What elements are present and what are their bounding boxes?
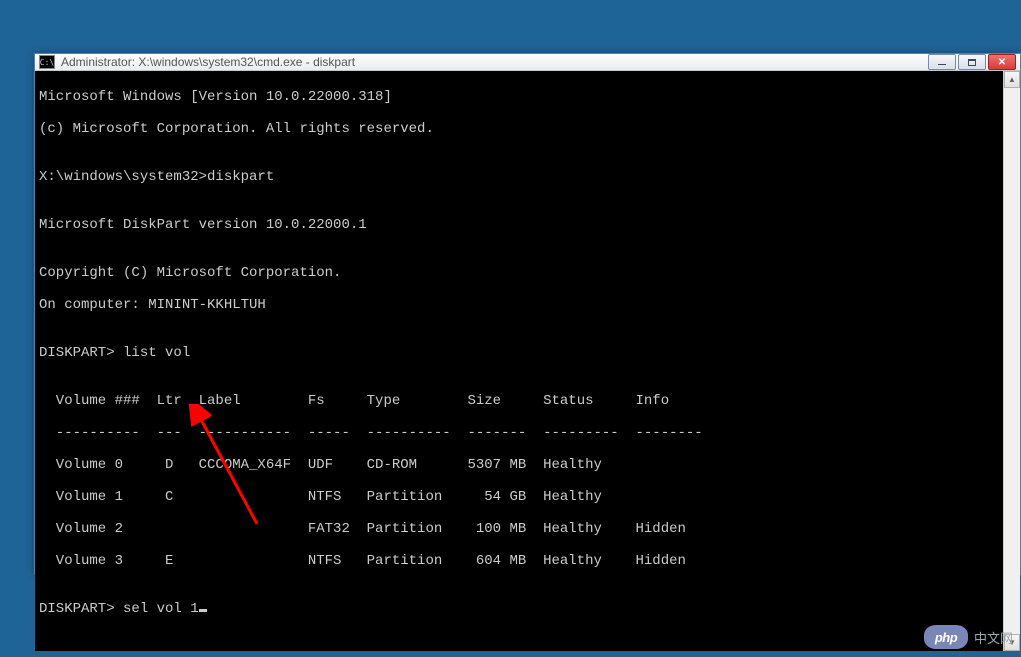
prompt-line: DISKPART> list vol xyxy=(39,345,999,361)
table-row: Volume 1 C NTFS Partition 54 GB Healthy xyxy=(39,489,999,505)
window-title: Administrator: X:\windows\system32\cmd.e… xyxy=(61,55,928,69)
table-row: Volume 2 FAT32 Partition 100 MB Healthy … xyxy=(39,521,999,537)
table-row: Volume 0 D CCCOMA_X64F UDF CD-ROM 5307 M… xyxy=(39,457,999,473)
cursor xyxy=(199,609,207,612)
watermark-text: 中文网 xyxy=(974,628,1013,647)
output-line: On computer: MININT-KKHLTUH xyxy=(39,297,999,313)
table-row: Volume 3 E NTFS Partition 604 MB Healthy… xyxy=(39,553,999,569)
watermark: php 中文网 xyxy=(924,625,1013,649)
prompt-line: X:\windows\system32>diskpart xyxy=(39,169,999,185)
terminal-output[interactable]: Microsoft Windows [Version 10.0.22000.31… xyxy=(35,71,1003,651)
output-line: Copyright (C) Microsoft Corporation. xyxy=(39,265,999,281)
table-header: Volume ### Ltr Label Fs Type Size Status… xyxy=(39,393,999,409)
minimize-button[interactable] xyxy=(928,54,956,70)
titlebar[interactable]: C:\ Administrator: X:\windows\system32\c… xyxy=(35,54,1020,71)
output-line: (c) Microsoft Corporation. All rights re… xyxy=(39,121,999,137)
current-prompt: DISKPART> sel vol 1 xyxy=(39,601,999,617)
scrollbar[interactable]: ▲ ▼ xyxy=(1003,71,1020,651)
scroll-track[interactable] xyxy=(1004,88,1020,634)
scroll-up-button[interactable]: ▲ xyxy=(1004,71,1020,88)
maximize-button[interactable] xyxy=(958,54,986,70)
output-line: Microsoft Windows [Version 10.0.22000.31… xyxy=(39,89,999,105)
terminal-area: Microsoft Windows [Version 10.0.22000.31… xyxy=(35,71,1020,651)
prompt-text: DISKPART> sel vol 1 xyxy=(39,601,199,617)
output-line: Microsoft DiskPart version 10.0.22000.1 xyxy=(39,217,999,233)
php-logo-icon: php xyxy=(924,625,968,649)
close-button[interactable]: ✕ xyxy=(988,54,1016,70)
cmd-icon: C:\ xyxy=(39,55,55,69)
table-divider: ---------- --- ----------- ----- -------… xyxy=(39,425,999,441)
cmd-window: C:\ Administrator: X:\windows\system32\c… xyxy=(34,53,1021,575)
window-controls: ✕ xyxy=(928,54,1016,70)
